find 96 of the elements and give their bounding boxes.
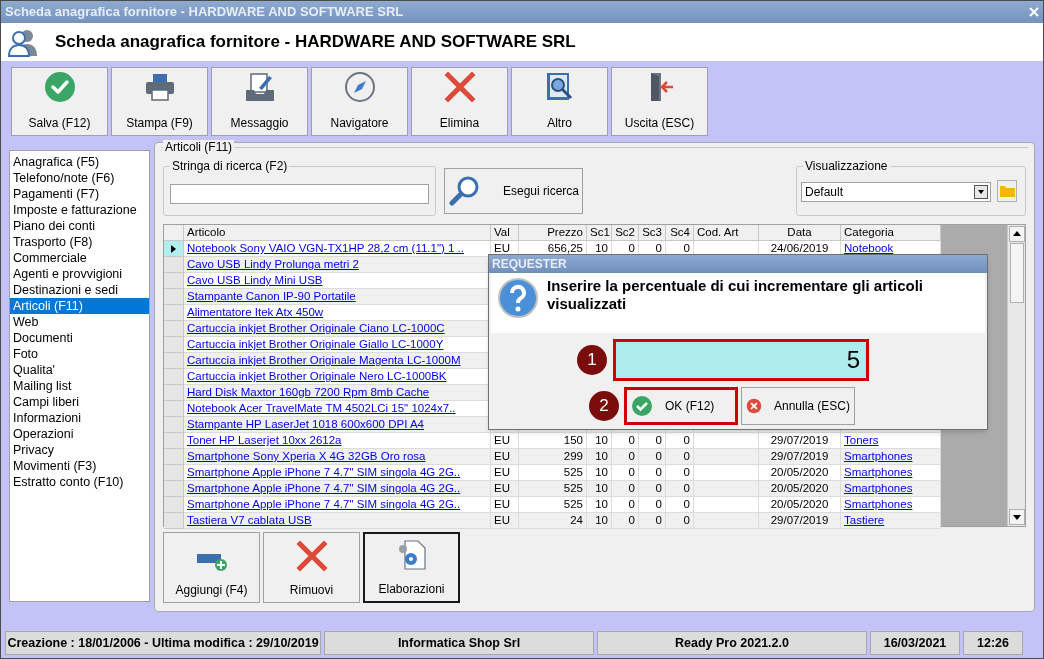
scroll-down-icon[interactable] — [1008, 509, 1025, 525]
row-pointer-icon — [171, 244, 176, 253]
table-cell: 10 — [587, 513, 612, 529]
action-button[interactable]: Rimuovi — [263, 532, 360, 603]
scrollbar[interactable] — [1007, 225, 1025, 526]
row-header[interactable] — [164, 241, 184, 257]
article-link[interactable]: Smartphone Apple iPhone 7 4.7" SIM singola 4G 2G.. — [187, 498, 461, 510]
article-link[interactable]: Smartphone Apple iPhone 7 4.7" SIM singola 4G 2G.. — [187, 466, 461, 478]
dialog-button[interactable]: OK (F12) — [624, 387, 738, 425]
dialog-title: REQUESTER — [492, 256, 567, 273]
cross-icon — [294, 539, 329, 573]
checkmark-icon — [42, 70, 77, 104]
section-item[interactable]: Documenti — [10, 330, 149, 346]
article-link[interactable]: Notebook Sony VAIO VGN-TX1HP 28,2 cm (11.1") 1 .. — [187, 242, 464, 254]
status-field: 12:26 — [963, 631, 1023, 655]
cross-icon — [442, 70, 477, 104]
group-label: Visualizzazione — [803, 159, 890, 173]
section-item[interactable]: Trasporto (F8) — [10, 234, 149, 250]
action-button[interactable]: Elaborazioni — [363, 532, 460, 603]
section-item[interactable]: Anagrafica (F5) — [10, 154, 149, 170]
section-item[interactable]: Estratto conto (F10) — [10, 474, 149, 490]
search-button[interactable]: Esegui ricerca — [444, 168, 583, 214]
section-item[interactable]: Campi liberi — [10, 394, 149, 410]
group-label: Stringa di ricerca (F2) — [170, 159, 290, 173]
section-item[interactable]: Mailing list — [10, 378, 149, 394]
section-item[interactable]: Pagamenti (F7) — [10, 186, 149, 202]
article-link[interactable]: Notebook — [844, 242, 894, 254]
status-field: Ready Pro 2021.2.0 — [597, 631, 867, 655]
article-link[interactable]: Smartphones — [844, 450, 913, 462]
article-link[interactable]: Toner HP Laserjet 10xx 2612a — [187, 434, 342, 446]
status-field: Creazione : 18/01/2006 - Ultima modifica : 29/10/2019 — [5, 631, 321, 655]
article-link[interactable]: Smartphone Sony Xperia X 4G 32GB Oro rosa — [187, 450, 426, 462]
toolbar-button[interactable]: Uscita (ESC) — [611, 67, 708, 136]
section-item[interactable]: Movimenti (F3) — [10, 458, 149, 474]
toolbar-button[interactable]: Navigatore — [311, 67, 408, 136]
header-title: Scheda anagrafica fornitore - HARDWARE AND SOFTWARE SRL — [55, 31, 576, 54]
article-link[interactable]: Tastiere — [844, 514, 885, 526]
article-link[interactable]: Stampante Canon IP-90 Portatile — [187, 290, 356, 302]
section-item[interactable]: Imposte e fatturazione — [10, 202, 149, 218]
section-item[interactable]: Privacy — [10, 442, 149, 458]
section-item[interactable]: Operazioni — [10, 426, 149, 442]
view-select[interactable]: Default — [801, 182, 991, 202]
toolbar-button[interactable]: Elimina — [411, 67, 508, 136]
toolbar-button[interactable]: Altro — [511, 67, 608, 136]
step-marker: 2 — [589, 391, 619, 421]
toolbar-button[interactable]: Salva (F12) — [11, 67, 108, 136]
article-link[interactable]: Smartphones — [844, 482, 913, 494]
article-link[interactable]: Cartuccia inkjet Brother Originale Magenta LC-1000M — [187, 354, 461, 366]
article-link[interactable]: Smartphones — [844, 466, 913, 478]
article-link[interactable]: Smartphones — [844, 498, 913, 510]
close-icon[interactable] — [1029, 7, 1039, 17]
table-cell: 0 — [666, 513, 694, 529]
table-cell: 0 — [639, 513, 666, 529]
table-cell: 24 — [519, 513, 587, 529]
search-field[interactable] — [170, 184, 429, 204]
article-link[interactable]: Cavo USB Lindy Prolunga metri 2 — [187, 258, 359, 270]
article-link[interactable]: Cavo USB Lindy Mini USB — [187, 274, 323, 286]
step-marker: 1 — [577, 345, 607, 375]
section-item[interactable]: Telefono/note (F6) — [10, 170, 149, 186]
section-item[interactable]: Agenti e provvigioni — [10, 266, 149, 282]
question-icon — [497, 277, 539, 319]
table-cell: 0 — [612, 513, 639, 529]
toolbar-button[interactable]: Stampa (F9) — [111, 67, 208, 136]
toolbar-button[interactable]: Messaggio — [211, 67, 308, 136]
article-link[interactable]: Alimentatore Itek Atx 450w — [187, 306, 324, 318]
section-item[interactable]: Informazioni — [10, 410, 149, 426]
people-icon — [7, 27, 39, 57]
table-cell: EU — [491, 513, 519, 529]
dialog-message: Inserire la percentuale di cui incrementare gli articoli visualizzati — [547, 277, 924, 313]
section-item[interactable]: Articoli (F11) — [10, 298, 149, 314]
scroll-up-icon[interactable] — [1008, 226, 1025, 242]
action-button[interactable]: Aggiungi (F4) — [163, 532, 260, 603]
checkmark-icon — [631, 395, 653, 417]
table-cell: 29/07/2019 — [759, 513, 841, 529]
article-link[interactable]: Smartphone Apple iPhone 7 4.7" SIM singola 4G 2G.. — [187, 482, 461, 494]
panel-title: Articoli (F11) — [163, 140, 235, 154]
section-item[interactable]: Web — [10, 314, 149, 330]
table-cell — [694, 513, 759, 529]
section-item[interactable]: Qualita' — [10, 362, 149, 378]
folder-icon — [999, 185, 1015, 197]
section-item[interactable]: Foto — [10, 346, 149, 362]
percent-field[interactable]: 5 — [613, 339, 869, 381]
article-link[interactable]: Toners — [844, 434, 879, 446]
search-icon — [449, 175, 481, 207]
article-link[interactable]: Tastiera V7 cablata USB — [187, 514, 312, 526]
section-item[interactable]: Piano dei conti — [10, 218, 149, 234]
window-title: Scheda anagrafica fornitore - HARDWARE AND SOFTWARE SRL — [5, 3, 404, 22]
dialog-button[interactable]: Annulla (ESC) — [741, 387, 855, 425]
status-field: Informatica Shop Srl — [324, 631, 594, 655]
folder-button[interactable] — [997, 180, 1017, 202]
scroll-thumb[interactable] — [1009, 243, 1024, 303]
status-field: 16/03/2021 — [870, 631, 960, 655]
section-item[interactable]: Commerciale — [10, 250, 149, 266]
compass-icon — [342, 70, 377, 104]
section-item[interactable]: Destinazioni e sedi — [10, 282, 149, 298]
article-link[interactable]: Notebook Acer TravelMate TM 4502LCi 15" 1024x7.. — [187, 402, 456, 414]
